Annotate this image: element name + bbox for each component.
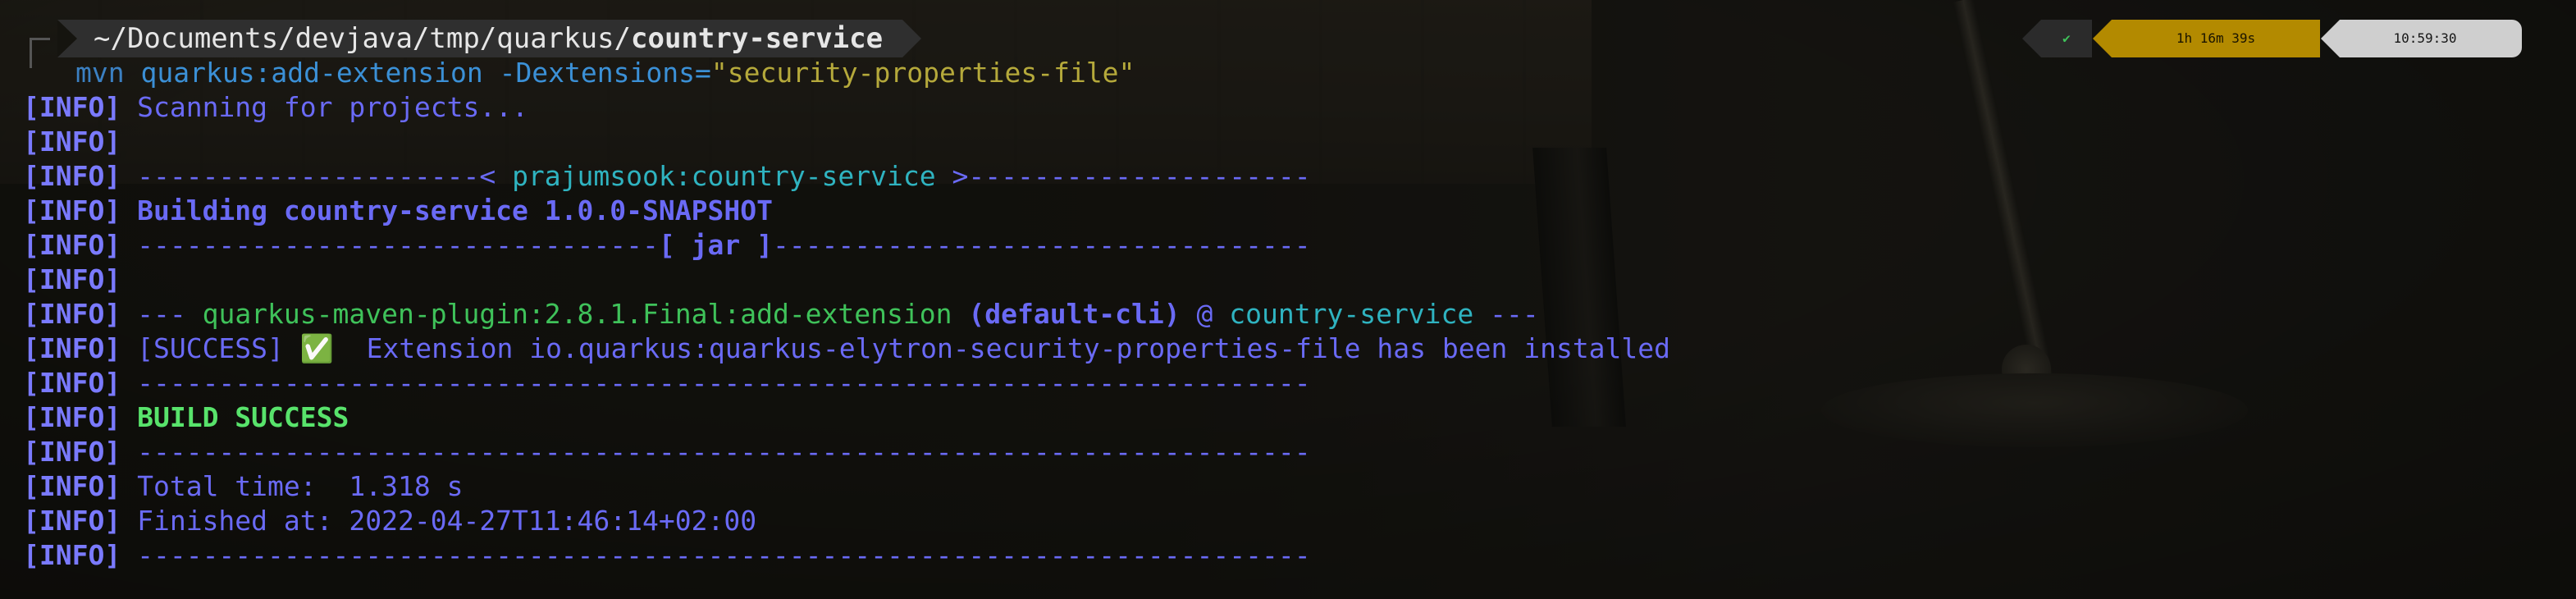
prompt-connector <box>30 38 50 68</box>
separator: --------------------------------- <box>772 229 1311 261</box>
separator: >--------------------- <box>935 160 1311 192</box>
log-tag: [INFO] <box>23 367 121 399</box>
log-tag: [INFO] <box>23 126 121 158</box>
log-line: [INFO] BUILD SUCCESS <box>23 400 349 435</box>
clock-time: 10:59:30 <box>2321 20 2522 57</box>
log-line: [INFO] ---------------------------------… <box>23 366 1311 400</box>
command-line: mvn quarkus:add-extension -Dextensions="… <box>75 56 1135 90</box>
plugin-at: @ <box>1180 298 1230 330</box>
log-line: [INFO] --- quarkus-maven-plugin:2.8.1.Fi… <box>23 297 1539 332</box>
log-tag: [INFO] <box>23 160 121 192</box>
separator: -------------------------------- <box>137 229 659 261</box>
separator: ---------------------< <box>137 160 513 192</box>
log-line: [INFO] <box>23 125 121 159</box>
log-line: [INFO] [SUCCESS] ✅ Extension io.quarkus:… <box>23 332 1670 366</box>
log-text: Scanning for projects... <box>137 91 528 123</box>
log-line: [INFO] <box>23 263 121 297</box>
packaging-jar: [ jar ] <box>658 229 773 261</box>
log-line: [INFO] Scanning for projects... <box>23 90 528 125</box>
command-args: quarkus:add-extension -Dextensions= <box>140 57 711 89</box>
total-time: Total time: 1.318 s <box>137 470 464 502</box>
command-name: mvn <box>75 57 125 89</box>
plugin-execution-id: (default-cli) <box>952 298 1181 330</box>
path-prefix: ~/Documents/devjava/tmp/quarkus/ <box>94 22 632 55</box>
log-line: [INFO] ---------------------------------… <box>23 538 1311 573</box>
finished-at: Finished at: 2022-04-27T11:46:14+02:00 <box>137 505 757 537</box>
elapsed-time: 1h 16m 39s <box>2093 20 2320 57</box>
building-text: Building country-service 1.0.0-SNAPSHOT <box>137 194 773 226</box>
build-success: BUILD SUCCESS <box>137 401 349 433</box>
separator: ----------------------------------------… <box>137 539 1311 571</box>
artifact-id: prajumsook:country-service <box>512 160 936 192</box>
prompt-path-segment: ~/Documents/devjava/tmp/quarkus/country-… <box>57 20 922 57</box>
status-ok-icon: ✔ <box>2022 20 2092 57</box>
log-tag: [INFO] <box>23 332 121 364</box>
checkmark-icon: ✅ <box>299 332 334 364</box>
log-tag: [INFO] <box>23 505 121 537</box>
separator: ----------------------------------------… <box>137 436 1311 468</box>
log-line: [INFO] Finished at: 2022-04-27T11:46:14+… <box>23 504 756 538</box>
log-line: [INFO] Building country-service 1.0.0-SN… <box>23 194 773 228</box>
plugin-project: country-service <box>1229 298 1474 330</box>
separator: ----------------------------------------… <box>137 367 1311 399</box>
terminal-window[interactable]: ~/Documents/devjava/tmp/quarkus/country-… <box>0 0 2576 599</box>
log-tag: [INFO] <box>23 401 121 433</box>
success-message: Extension io.quarkus:quarkus-elytron-sec… <box>333 332 1671 364</box>
plugin-goal: quarkus-maven-plugin:2.8.1.Final:add-ext… <box>202 298 952 330</box>
log-line: [INFO] ---------------------------------… <box>23 435 1311 469</box>
log-tag: [INFO] <box>23 91 121 123</box>
log-tag: [INFO] <box>23 263 121 295</box>
log-tag: [INFO] <box>23 298 121 330</box>
log-line: [INFO] ---------------------< prajumsook… <box>23 159 1311 194</box>
success-tag: [SUCCESS] <box>137 332 284 364</box>
plugin-dashes: --- <box>137 298 203 330</box>
log-tag: [INFO] <box>23 436 121 468</box>
log-tag: [INFO] <box>23 194 121 226</box>
command-quoted-arg: "security-properties-file" <box>710 57 1135 89</box>
log-tag: [INFO] <box>23 470 121 502</box>
log-tag: [INFO] <box>23 229 121 261</box>
log-line: [INFO] --------------------------------[… <box>23 228 1311 263</box>
path-current-dir: country-service <box>631 22 884 55</box>
log-line: [INFO] Total time: 1.318 s <box>23 469 463 504</box>
log-tag: [INFO] <box>23 539 121 571</box>
plugin-end: --- <box>1473 298 1539 330</box>
